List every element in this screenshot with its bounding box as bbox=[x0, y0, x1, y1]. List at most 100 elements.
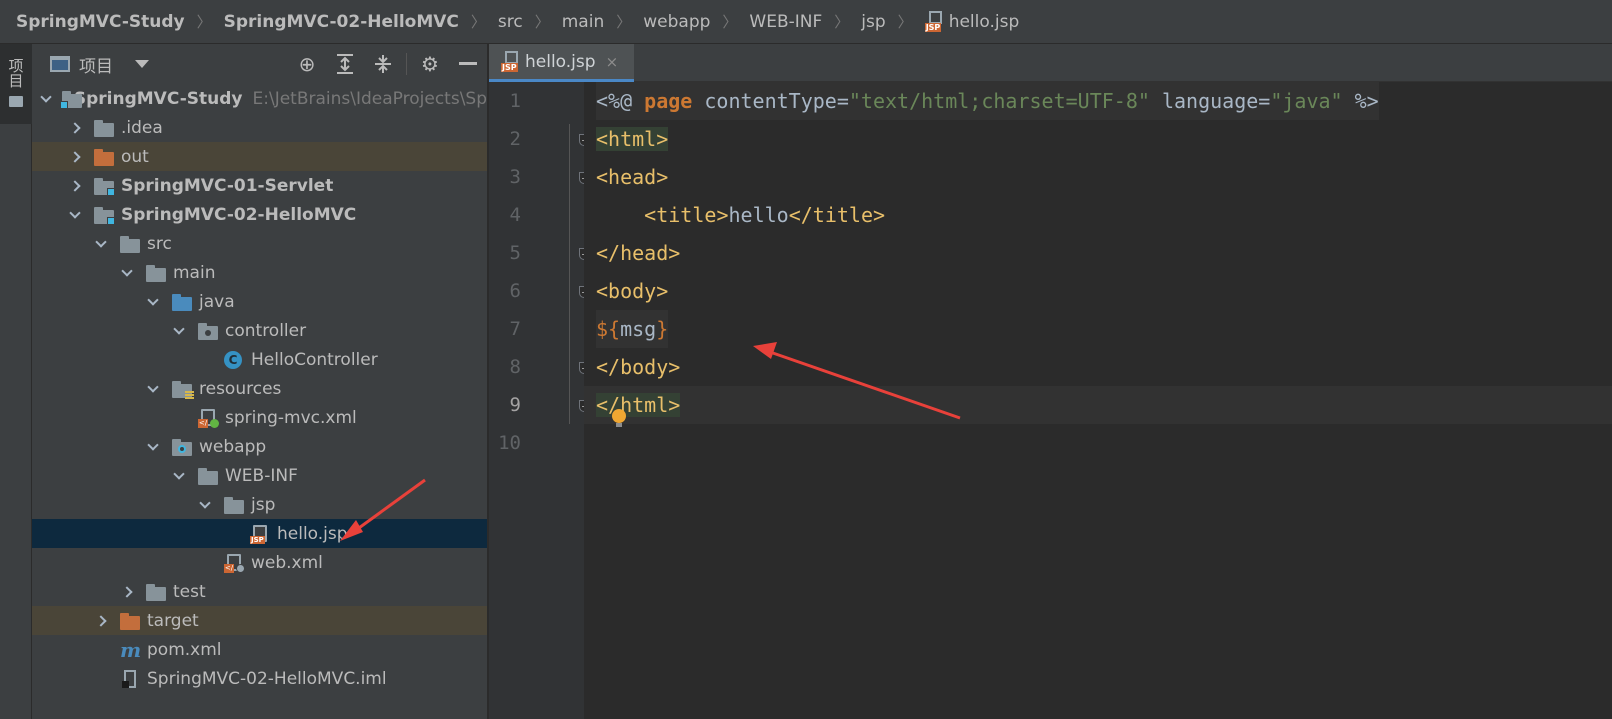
tree-item-main[interactable]: main bbox=[32, 258, 487, 287]
tree-item-label: SpringMVC-Study bbox=[73, 88, 243, 109]
chevron-down-icon[interactable] bbox=[68, 206, 82, 219]
fold-guide bbox=[569, 124, 570, 424]
folder-icon bbox=[9, 96, 23, 107]
maven-icon: m bbox=[120, 637, 142, 662]
minimize-icon[interactable] bbox=[449, 62, 487, 66]
code-line-5: </head > bbox=[596, 234, 680, 272]
project-tree: SpringMVC-Study E:\JetBrains\IdeaProject… bbox=[32, 84, 487, 693]
folder-icon bbox=[146, 583, 166, 601]
folder-icon bbox=[120, 235, 140, 253]
token: > bbox=[873, 203, 886, 227]
chevron-down-icon[interactable] bbox=[146, 293, 160, 306]
expand-all-icon[interactable] bbox=[326, 54, 364, 74]
breadcrumb-item[interactable]: SpringMVC-02-HelloMVC bbox=[224, 12, 459, 32]
chevron-down-icon[interactable] bbox=[146, 438, 160, 451]
tree-item-web-xml[interactable]: </ web.xml bbox=[32, 548, 487, 577]
tree-item-label: jsp bbox=[251, 494, 276, 515]
breadcrumb-item[interactable]: src bbox=[498, 12, 523, 32]
tree-item-hello-jsp[interactable]: JSP hello.jsp bbox=[32, 519, 487, 548]
chevron-down-icon[interactable] bbox=[172, 467, 186, 480]
tree-item-src[interactable]: src bbox=[32, 229, 487, 258]
excluded-folder-icon bbox=[120, 612, 140, 630]
token: title bbox=[656, 203, 717, 227]
tree-item-pom[interactable]: m pom.xml bbox=[32, 635, 487, 664]
tree-item-resources[interactable]: resources bbox=[32, 374, 487, 403]
breadcrumb-item-current[interactable]: JSP hello.jsp bbox=[924, 10, 1020, 33]
spring-xml-icon: </ bbox=[198, 408, 219, 428]
tree-item-label: HelloController bbox=[251, 349, 378, 370]
code-line-6: < body > bbox=[596, 272, 668, 310]
tree-item-test[interactable]: test bbox=[32, 577, 487, 606]
chevron-down-icon[interactable] bbox=[94, 235, 108, 248]
tree-item-java[interactable]: java bbox=[32, 287, 487, 316]
folder-icon bbox=[146, 264, 166, 282]
lightbulb-icon[interactable] bbox=[612, 409, 626, 427]
chevron-down-icon[interactable] bbox=[135, 60, 149, 68]
code-line-4: < title > hello </title > bbox=[596, 196, 885, 234]
chevron-down-icon[interactable] bbox=[198, 496, 212, 509]
tree-item-servlet[interactable]: SpringMVC-01-Servlet bbox=[32, 171, 487, 200]
chevron-right-icon: 〉 bbox=[722, 13, 738, 31]
iml-file-icon bbox=[120, 669, 140, 688]
tree-item-idea[interactable]: .idea bbox=[32, 113, 487, 142]
tree-item-label: controller bbox=[225, 320, 307, 341]
breadcrumb-item-label: hello.jsp bbox=[948, 11, 1020, 32]
tree-item-iml[interactable]: SpringMVC-02-HelloMVC.iml bbox=[32, 664, 487, 693]
tree-item-label: test bbox=[173, 581, 206, 602]
token: > bbox=[716, 203, 729, 227]
tree-item-label: spring-mvc.xml bbox=[225, 407, 357, 428]
chevron-right-icon[interactable] bbox=[120, 585, 134, 598]
collapse-all-icon[interactable] bbox=[364, 54, 402, 74]
locate-icon[interactable]: ⊕ bbox=[288, 52, 326, 76]
tab-hello-jsp[interactable]: JSP hello.jsp × bbox=[489, 44, 634, 82]
folder-icon bbox=[224, 496, 244, 514]
breadcrumb-item[interactable]: jsp bbox=[861, 12, 885, 32]
breadcrumb-item[interactable]: main bbox=[562, 12, 604, 32]
chevron-down-icon[interactable] bbox=[40, 90, 52, 103]
breadcrumb-item[interactable]: webapp bbox=[643, 12, 710, 32]
tree-item-label: hello.jsp bbox=[277, 523, 348, 544]
project-tool-button[interactable]: 项目 bbox=[0, 44, 32, 124]
chevron-down-icon[interactable] bbox=[146, 380, 160, 393]
gear-icon[interactable]: ⚙ bbox=[411, 52, 449, 76]
chevron-down-icon[interactable] bbox=[120, 264, 134, 277]
chevron-right-icon[interactable] bbox=[94, 614, 108, 627]
token: </ bbox=[596, 241, 621, 265]
token: > bbox=[656, 165, 669, 189]
tree-item-hellomvc[interactable]: SpringMVC-02-HelloMVC bbox=[32, 200, 487, 229]
token: body bbox=[608, 279, 657, 303]
tree-item-root[interactable]: SpringMVC-Study E:\JetBrains\IdeaProject… bbox=[32, 84, 487, 113]
tree-item-hellocontroller[interactable]: C HelloController bbox=[32, 345, 487, 374]
line-number: 3 bbox=[509, 166, 521, 188]
module-folder-icon bbox=[94, 177, 115, 196]
chevron-right-icon: 〉 bbox=[834, 13, 850, 31]
tree-item-web-inf[interactable]: WEB-INF bbox=[32, 461, 487, 490]
chevron-right-icon: 〉 bbox=[616, 13, 632, 31]
token: > bbox=[668, 241, 681, 265]
tree-item-spring-mvc-xml[interactable]: </ spring-mvc.xml bbox=[32, 403, 487, 432]
tree-item-label: src bbox=[147, 233, 172, 254]
tree-item-webapp[interactable]: webapp bbox=[32, 432, 487, 461]
chevron-right-icon[interactable] bbox=[68, 150, 82, 163]
toolbar-divider bbox=[406, 53, 407, 75]
close-icon[interactable]: × bbox=[606, 53, 619, 71]
tree-item-label: target bbox=[147, 610, 199, 631]
module-folder-icon bbox=[94, 206, 115, 225]
chevron-right-icon[interactable] bbox=[68, 179, 82, 192]
chevron-right-icon[interactable] bbox=[68, 121, 82, 134]
tree-item-out[interactable]: out bbox=[32, 142, 487, 171]
token: html bbox=[608, 127, 657, 151]
resources-folder-icon bbox=[172, 380, 194, 400]
breadcrumb-item[interactable]: SpringMVC-Study bbox=[16, 12, 185, 32]
tree-item-jsp[interactable]: jsp bbox=[32, 490, 487, 519]
chevron-down-icon[interactable] bbox=[172, 322, 186, 335]
code-area[interactable]: <%@ page contentType= "text/html;charset=… bbox=[584, 82, 1612, 719]
tree-item-target[interactable]: target bbox=[32, 606, 487, 635]
token: </ bbox=[788, 203, 813, 227]
project-panel-title[interactable]: 项目 bbox=[79, 52, 113, 77]
tree-item-controller[interactable]: controller bbox=[32, 316, 487, 345]
breadcrumb-item[interactable]: WEB-INF bbox=[749, 12, 822, 32]
token: title bbox=[812, 203, 874, 227]
line-number: 2 bbox=[509, 128, 521, 150]
